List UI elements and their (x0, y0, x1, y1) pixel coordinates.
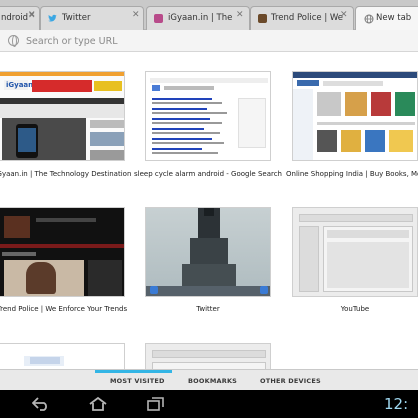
most-visited-thumbnail[interactable] (0, 343, 125, 369)
thumbnail-caption: Twitter (196, 305, 220, 313)
most-visited-thumbnail[interactable] (145, 207, 271, 297)
tab-strip: ndroid ✕ Twitter ✕ iGyaan.in | The ✕ Tre… (0, 0, 418, 31)
omnibox-input[interactable] (26, 34, 406, 48)
most-visited-thumbnail[interactable] (145, 71, 271, 161)
thumbnail-caption: Online Shopping India | Buy Books, Mobil… (286, 170, 418, 178)
home-icon[interactable] (88, 396, 108, 412)
back-icon[interactable] (32, 397, 50, 411)
tab-bookmarks[interactable]: BOOKMARKS (188, 377, 237, 385)
most-visited-thumbnail[interactable] (145, 343, 271, 369)
system-bar: 12: (0, 390, 418, 418)
most-visited-thumbnail[interactable] (292, 71, 418, 161)
tab-igyaan[interactable]: iGyaan.in | The (146, 6, 250, 30)
most-visited-thumbnail[interactable] (292, 207, 418, 297)
tab-title: Trend Police | We (271, 13, 344, 23)
tab-twitter[interactable]: Twitter (40, 6, 144, 30)
tab-most-visited[interactable]: MOST VISITED (110, 377, 165, 385)
clock: 12: (384, 395, 409, 413)
trend-police-favicon-icon (258, 14, 267, 23)
tab-title: Twitter (62, 13, 91, 23)
twitter-bird-icon (48, 14, 57, 22)
thumbnail-caption: iGyaan.in | The Technology Destination (0, 170, 132, 178)
tab-title: New tab (376, 13, 412, 23)
close-tab-icon[interactable]: ✕ (28, 10, 36, 20)
most-visited-thumbnail[interactable] (0, 207, 125, 297)
browser-window: ndroid ✕ Twitter ✕ iGyaan.in | The ✕ Tre… (0, 0, 418, 418)
tab-trend-police[interactable]: Trend Police | We (250, 6, 354, 30)
omnibox-row (0, 30, 418, 52)
tab-other-devices[interactable]: OTHER DEVICES (260, 377, 321, 385)
thumbnail-caption: Trend Police | We Enforce Your Trends (0, 305, 128, 313)
igyaan-favicon-icon (154, 14, 163, 23)
tab-title: iGyaan.in | The (168, 13, 233, 23)
globe-icon (8, 35, 19, 47)
most-visited-thumbnail[interactable]: iGyaan (0, 71, 125, 161)
active-tab-indicator (95, 370, 172, 373)
thumbnail-caption: sleep cycle alarm android - Google Searc… (133, 170, 282, 178)
most-visited-grid: iGyaan iGyaan.in | The Technology Destin… (0, 53, 418, 369)
close-tab-icon[interactable]: ✕ (132, 10, 140, 20)
close-tab-icon[interactable]: ✕ (340, 10, 348, 20)
thumbnail-caption: YouTube (340, 305, 370, 313)
tab-title: ndroid (1, 13, 29, 23)
close-tab-icon[interactable]: ✕ (236, 10, 244, 20)
recent-apps-icon[interactable] (146, 396, 166, 412)
tab-new-tab[interactable]: New tab (355, 6, 418, 31)
globe-icon (364, 14, 374, 24)
section-tab-bar: MOST VISITED BOOKMARKS OTHER DEVICES (0, 369, 418, 390)
